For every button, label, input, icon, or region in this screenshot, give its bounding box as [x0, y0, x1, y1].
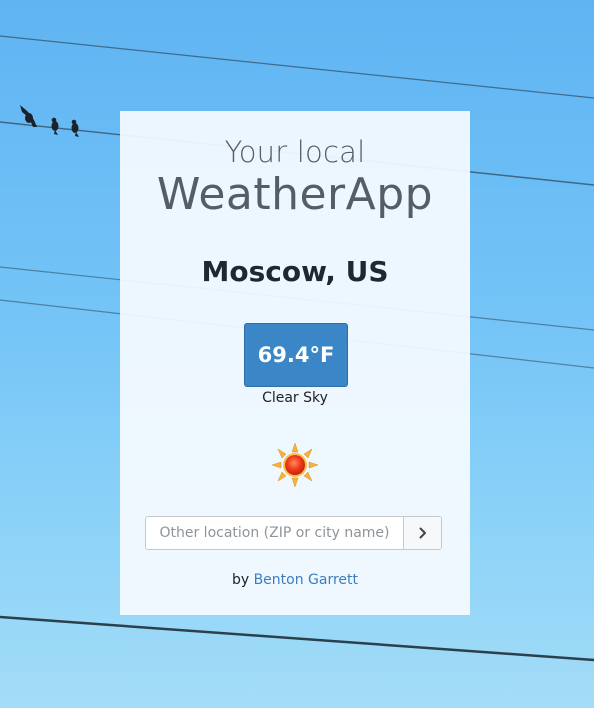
search-submit-button[interactable] [403, 517, 441, 549]
bird-icon [25, 113, 33, 123]
weather-condition: Clear Sky [262, 390, 328, 406]
bird-icon [71, 123, 79, 133]
power-line [0, 35, 594, 99]
credit-by-label: by [231, 572, 250, 588]
location-search-group [145, 516, 442, 550]
power-line [0, 615, 594, 662]
chevron-right-icon [419, 527, 426, 539]
sun-icon [271, 442, 319, 488]
location-search-input[interactable] [146, 517, 403, 549]
author-credit: by Benton Garrett [120, 572, 470, 588]
bird-icon [51, 121, 59, 131]
weather-card: Your local WeatherApp Moscow, US 69.4°F … [120, 111, 470, 615]
location-heading: Moscow, US [201, 255, 389, 288]
temperature-badge: 69.4°F [244, 323, 348, 387]
author-link[interactable]: Benton Garrett [254, 572, 358, 588]
app-subtitle: Your local [224, 135, 366, 169]
app-title: WeatherApp [156, 169, 434, 220]
birds-on-wire [20, 105, 79, 137]
